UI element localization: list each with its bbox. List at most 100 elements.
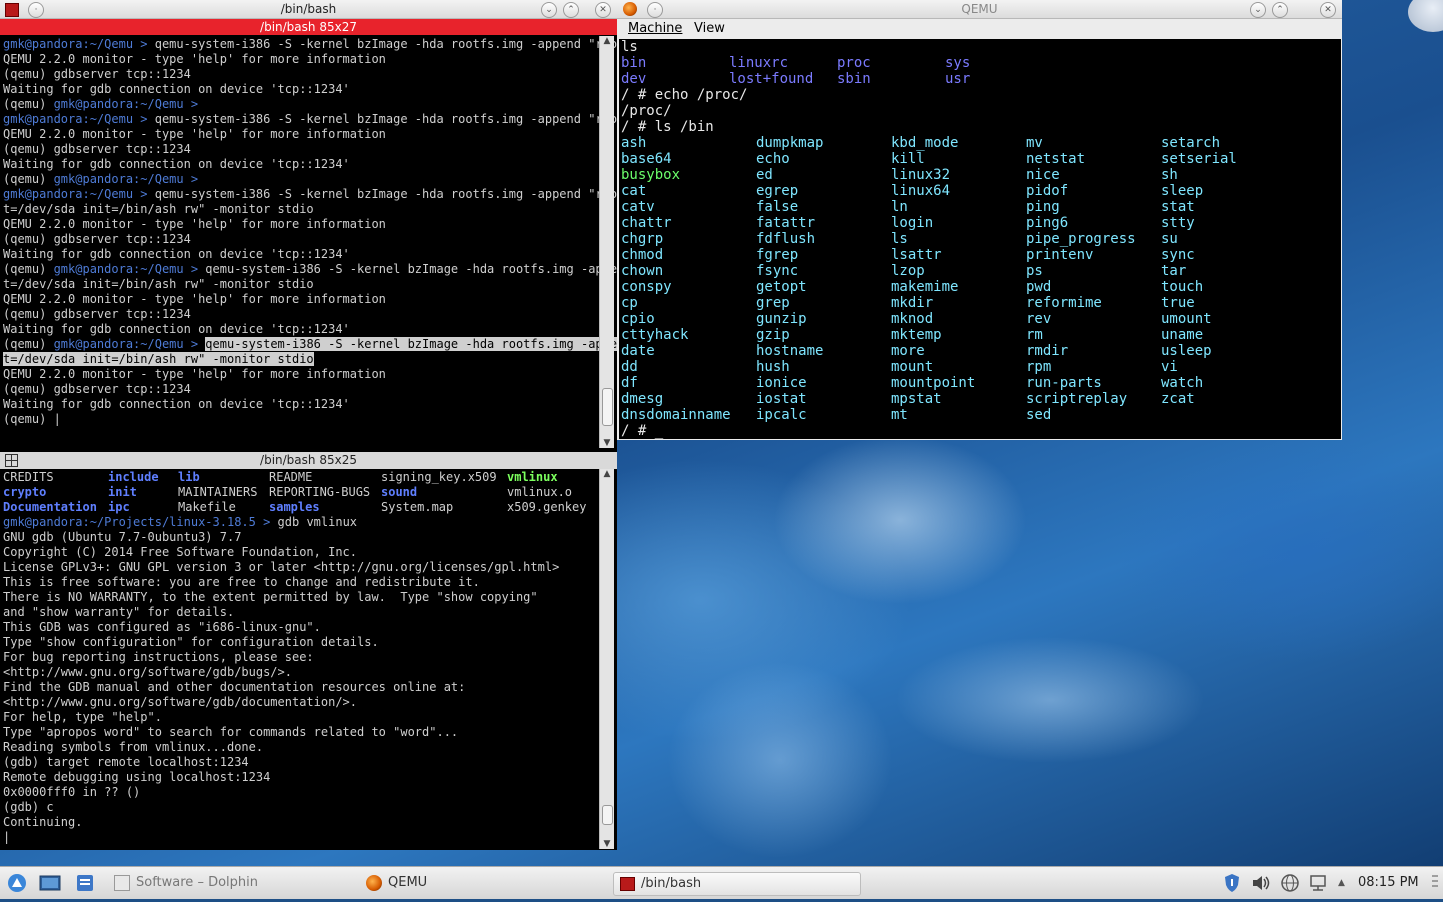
terminal-window-2[interactable]: /bin/bash 85x25 CREDITS include lib README s… (0, 450, 617, 850)
bin-entry: watch (1161, 375, 1204, 391)
ls-entry: Makefile (178, 500, 236, 514)
bin-entry: mountpoint (891, 375, 976, 391)
terminal-line: (qemu) gmk@pandora:~/Qemu > qemu-system-… (3, 337, 617, 352)
tab-bash-85x27[interactable]: /bin/bash 85x27 (0, 19, 617, 35)
close-button[interactable]: ✕ (595, 2, 611, 18)
selected-text[interactable]: t=/dev/sda init=/bin/ash rw" -monitor st… (3, 352, 314, 366)
line-text: t=/dev/sda init=/bin/ash rw" -monitor st… (3, 277, 314, 291)
terminal-line: <http://www.gnu.org/software/gdb/bugs/>. (3, 665, 292, 679)
bin-entry: scriptreplay (1026, 391, 1128, 407)
dir-entry: lost+found (729, 71, 814, 87)
bin-entry: run-parts (1026, 375, 1102, 391)
terminal-window[interactable]: · /bin/bash ⌄ ⌃ ✕ /bin/bash 85x27 gmk@pa… (0, 0, 617, 450)
tray-expand-icon[interactable]: ▲ (1338, 872, 1345, 894)
minimize-button[interactable]: ⌄ (1250, 2, 1266, 18)
menu-view[interactable]: View (694, 19, 725, 38)
scrollbar-thumb[interactable] (602, 388, 613, 426)
console-prompt: / # _ (621, 423, 664, 439)
qemu-screen[interactable]: ls bin linuxrc proc sys dev lost+found sbin usr /… (619, 39, 1341, 439)
bin-entry: cttyhack (621, 327, 689, 343)
bin-entry: ln (891, 199, 908, 215)
bin-entry: cpio (621, 311, 655, 327)
menu-button[interactable]: · (647, 2, 663, 18)
line-text: QEMU 2.2.0 monitor - type 'help' for mor… (3, 292, 386, 306)
bin-entry: cp (621, 295, 638, 311)
bin-entry: mt (891, 407, 908, 423)
panel-toolbox-icon[interactable] (1430, 872, 1440, 894)
bin-entry: sh (1161, 167, 1178, 183)
ls-entry: Documentation (3, 500, 97, 514)
terminal-line: (qemu) gdbserver tcp::1234 (3, 232, 598, 247)
scrollbar[interactable]: ▲ ▼ (599, 469, 614, 849)
bin-entry: fgrep (756, 247, 799, 263)
line-text: (qemu) gdbserver tcp::1234 (3, 232, 191, 246)
line-text: (qemu) | (3, 412, 61, 426)
bin-entry: gunzip (756, 311, 807, 327)
task-label: Software – Dolphin (136, 875, 258, 890)
bin-entry: rmdir (1026, 343, 1069, 359)
close-button[interactable]: ✕ (1320, 2, 1336, 18)
task-qemu[interactable]: QEMU (362, 872, 602, 894)
shell-prompt: gmk@pandora:~/Qemu > (3, 187, 155, 201)
scrollbar[interactable]: ▲ ▼ (599, 36, 614, 448)
terminal-output[interactable]: CREDITS include lib README signing_key.x509 v… (3, 470, 598, 848)
terminal-output[interactable]: gmk@pandora:~/Qemu > qemu-system-i386 -S… (3, 37, 617, 447)
shell-prompt: gmk@pandora:~/Projects/linux-3.18.5 > (3, 515, 278, 529)
terminal-line: Waiting for gdb connection on device 'tc… (3, 82, 598, 97)
scroll-up-arrow[interactable]: ▲ (601, 469, 613, 479)
task-bash[interactable]: /bin/bash (613, 872, 861, 896)
dir-entry: dev (621, 71, 647, 87)
scrollbar-thumb[interactable] (602, 805, 613, 825)
task-label: /bin/bash (641, 876, 702, 891)
scroll-down-arrow[interactable]: ▼ (601, 438, 613, 448)
bin-entry: pipe_progress (1026, 231, 1136, 247)
shell-prompt: gmk@pandora:~/Qemu > (53, 172, 206, 186)
clock[interactable]: 08:15 PM (1358, 872, 1419, 894)
qemu-prompt: (qemu) (3, 97, 54, 111)
terminal-line: For bug reporting instructions, please s… (3, 650, 314, 664)
network-connection-icon[interactable] (1307, 872, 1329, 894)
file-manager-icon[interactable] (74, 872, 98, 894)
bin-entry: chown (621, 263, 664, 279)
bin-entry: date (621, 343, 655, 359)
volume-icon[interactable] (1250, 872, 1272, 894)
minimize-button[interactable]: ⌄ (541, 2, 557, 18)
bin-entry: pidof (1026, 183, 1069, 199)
menu-button[interactable]: · (28, 2, 44, 18)
task-dolphin[interactable]: Software – Dolphin (110, 872, 350, 894)
maximize-button[interactable]: ⌃ (563, 2, 579, 18)
terminal-line: QEMU 2.2.0 monitor - type 'help' for mor… (3, 367, 598, 382)
security-shield-icon[interactable] (1222, 872, 1242, 894)
network-globe-icon[interactable] (1279, 872, 1301, 894)
app-launcher-icon[interactable] (6, 872, 30, 894)
bin-entry: setserial (1161, 151, 1237, 167)
split-icon[interactable] (5, 454, 18, 467)
qemu-prompt: (qemu) (3, 337, 54, 351)
terminal-line: There is NO WARRANTY, to the extent perm… (3, 590, 538, 604)
bin-entry: mv (1026, 135, 1043, 151)
bin-entry: stat (1161, 199, 1195, 215)
bin-entry: egrep (756, 183, 799, 199)
bin-entry: hostname (756, 343, 824, 359)
shell-prompt: gmk@pandora:~/Qemu > (53, 97, 206, 111)
terminal-titlebar[interactable]: · /bin/bash ⌄ ⌃ ✕ (0, 0, 617, 19)
scroll-down-arrow[interactable]: ▼ (601, 839, 613, 849)
scroll-up-arrow[interactable]: ▲ (601, 36, 613, 46)
bin-entry: chmod (621, 247, 664, 263)
show-desktop-icon[interactable] (38, 872, 64, 894)
selected-text[interactable]: qemu-system-i386 -S -kernel bzImage -hda… (205, 337, 617, 351)
line-text: Waiting for gdb connection on device 'tc… (3, 322, 350, 336)
bin-entry: false (756, 199, 799, 215)
bin-entry: ash (621, 135, 647, 151)
qemu-window[interactable]: · QEMU ⌄ ⌃ ✕ Machine View ls bin linuxrc pr… (617, 0, 1342, 440)
maximize-button[interactable]: ⌃ (1272, 2, 1288, 18)
ls-row: Documentation ipc Makefile samples System.ma… (3, 500, 598, 515)
menu-machine[interactable]: Machine (628, 19, 682, 38)
terminal-line: Continuing. (3, 815, 83, 829)
terminal-line: (qemu) gdbserver tcp::1234 (3, 67, 598, 82)
qemu-titlebar[interactable]: · QEMU ⌄ ⌃ ✕ (617, 0, 1342, 19)
bin-entry: grep (756, 295, 790, 311)
tab-bash-85x25[interactable]: /bin/bash 85x25 (0, 452, 617, 469)
bin-entry: sed (1026, 407, 1052, 423)
terminal-app-icon (5, 3, 19, 17)
